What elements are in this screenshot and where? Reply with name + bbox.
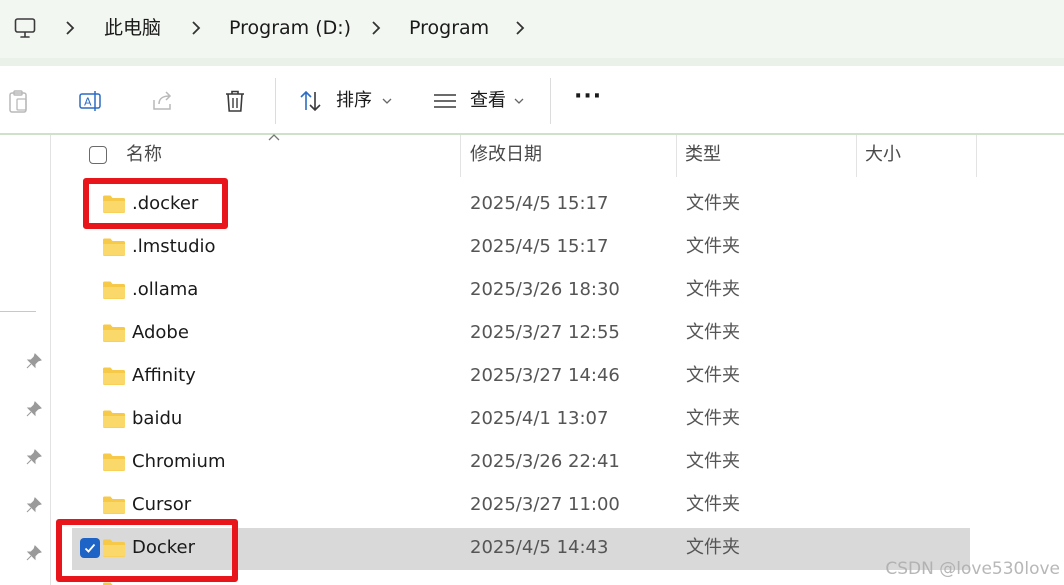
share-icon[interactable] (150, 88, 176, 114)
folder-icon (103, 410, 125, 428)
file-date: 2025/3/27 12:55 (470, 322, 620, 343)
sort-button[interactable]: 排序 (336, 88, 372, 114)
pin-icon[interactable] (26, 449, 42, 465)
file-name[interactable]: Affinity (132, 364, 196, 388)
file-name[interactable]: baidu (132, 407, 182, 431)
list-item[interactable]: Chromium 2025/3/26 22:41 文件夹 (72, 442, 970, 484)
file-date: 2025/3/27 11:00 (470, 494, 620, 515)
file-date: 2025/4/5 14:43 (470, 537, 609, 558)
folder-icon (103, 281, 125, 299)
highlight-box-dot-docker (83, 178, 228, 229)
pin-icon[interactable] (26, 497, 42, 513)
chevron-right-icon[interactable] (370, 19, 382, 37)
svg-text:A: A (84, 96, 92, 109)
view-button[interactable]: 查看 (470, 88, 506, 114)
file-date: 2025/4/1 13:07 (470, 408, 609, 429)
file-type: 文件夹 (686, 408, 740, 429)
file-type: 文件夹 (686, 537, 740, 558)
file-name[interactable]: Adobe (132, 321, 189, 345)
pin-icon[interactable] (26, 545, 42, 561)
list-item[interactable]: baidu 2025/4/1 13:07 文件夹 (72, 399, 970, 441)
delete-icon[interactable] (222, 88, 248, 114)
watermark: CSDN @love530love (885, 559, 1060, 579)
file-type: 文件夹 (686, 322, 740, 343)
file-type: 文件夹 (686, 494, 740, 515)
file-type: 文件夹 (686, 236, 740, 257)
folder-icon (103, 496, 125, 514)
column-divider[interactable] (460, 135, 461, 177)
paste-icon[interactable] (6, 88, 32, 114)
sort-ascending-icon (268, 134, 280, 141)
breadcrumb-program-drive[interactable]: Program (D:) (229, 15, 351, 41)
breadcrumb-this-pc[interactable]: 此电脑 (104, 15, 161, 41)
chevron-right-icon[interactable] (190, 19, 202, 37)
column-size[interactable]: 大小 (865, 143, 901, 167)
breadcrumb-program-folder[interactable]: Program (409, 15, 489, 41)
toolbar-divider (550, 78, 551, 124)
address-bar[interactable]: 此电脑 Program (D:) Program (0, 0, 1064, 58)
folder-icon (103, 367, 125, 385)
file-name[interactable]: .ollama (132, 278, 198, 302)
file-date: 2025/4/5 15:17 (470, 193, 609, 214)
list-item[interactable]: .lmstudio 2025/4/5 15:17 文件夹 (72, 227, 970, 269)
file-type: 文件夹 (686, 193, 740, 214)
chevron-down-icon[interactable] (382, 97, 392, 105)
file-type: 文件夹 (686, 279, 740, 300)
rename-icon[interactable]: A (78, 88, 104, 114)
chevron-right-icon[interactable] (64, 19, 76, 37)
list-item[interactable]: Adobe 2025/3/27 12:55 文件夹 (72, 313, 970, 355)
nav-separator (0, 311, 36, 312)
file-date: 2025/3/26 22:41 (470, 451, 620, 472)
more-options-button[interactable]: ··· (574, 84, 602, 110)
column-divider[interactable] (976, 135, 977, 177)
column-divider[interactable] (676, 135, 677, 177)
folder-icon (103, 453, 125, 471)
file-name[interactable]: Cursor (132, 493, 191, 517)
address-bar-separator (0, 58, 1064, 66)
folder-icon (103, 324, 125, 342)
file-type: 文件夹 (686, 451, 740, 472)
highlight-box-docker (56, 519, 238, 582)
pin-icon[interactable] (26, 401, 42, 417)
navigation-pane[interactable] (0, 135, 51, 585)
file-name[interactable]: .lmstudio (132, 235, 216, 259)
chevron-down-icon[interactable] (514, 97, 524, 105)
column-name[interactable]: 名称 (126, 143, 162, 167)
column-type[interactable]: 类型 (685, 143, 721, 167)
column-header: 名称 修改日期 类型 大小 (51, 134, 1064, 177)
file-name[interactable]: Chromium (132, 450, 225, 474)
pin-icon[interactable] (26, 353, 42, 369)
file-date: 2025/3/26 18:30 (470, 279, 620, 300)
view-list-icon[interactable] (432, 88, 458, 114)
pc-monitor-icon[interactable] (13, 16, 37, 40)
list-item[interactable]: .ollama 2025/3/26 18:30 文件夹 (72, 270, 970, 312)
file-date: 2025/4/5 15:17 (470, 236, 609, 257)
select-all-checkbox[interactable] (89, 146, 107, 164)
chevron-right-icon[interactable] (514, 19, 526, 37)
file-type: 文件夹 (686, 365, 740, 386)
list-item[interactable]: Affinity 2025/3/27 14:46 文件夹 (72, 356, 970, 398)
command-bar: A 排序 查看 ··· (0, 66, 1064, 134)
file-date: 2025/3/27 14:46 (470, 365, 620, 386)
column-divider[interactable] (856, 135, 857, 177)
toolbar-divider (275, 78, 276, 124)
folder-icon (103, 238, 125, 256)
column-date-modified[interactable]: 修改日期 (470, 143, 542, 167)
sort-arrows-icon[interactable] (298, 88, 324, 114)
